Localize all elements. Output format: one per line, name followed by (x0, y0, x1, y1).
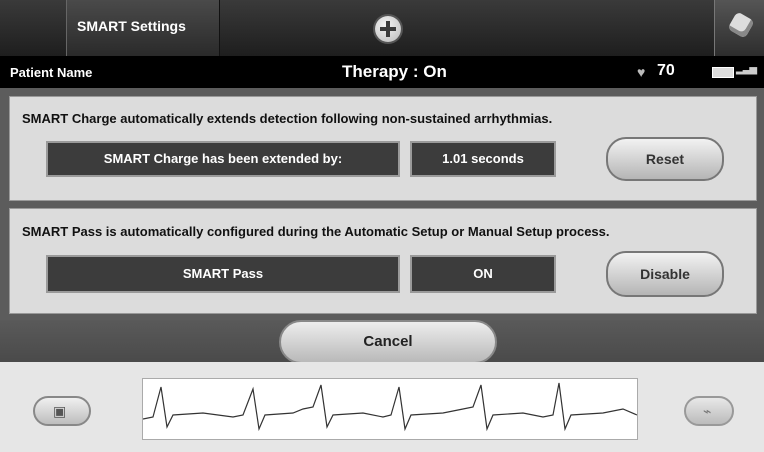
plus-circle-icon[interactable] (375, 16, 401, 42)
smart-pass-status-label: SMART Pass (46, 255, 400, 293)
screen-title: SMART Settings (77, 18, 186, 34)
heart-icon: ♥ (637, 64, 646, 80)
patient-name: Patient Name (10, 65, 93, 80)
device-icon (727, 11, 755, 39)
camera-icon: ▣ (53, 403, 67, 419)
pulse-button[interactable]: ⌁ (684, 396, 734, 426)
smart-pass-description: SMART Pass is automatically configured d… (22, 224, 610, 239)
smart-charge-description: SMART Charge automatically extends detec… (22, 111, 553, 126)
signal-icon: ▂▃▅ (736, 64, 757, 75)
reset-button[interactable]: Reset (606, 137, 724, 181)
ecg-waveform (142, 382, 638, 432)
smart-charge-status-value: 1.01 seconds (410, 141, 556, 177)
top-bar: SMART Settings (0, 0, 764, 56)
patient-bar: Patient Name Therapy : On ♥ 70 ▂▃▅ (0, 56, 764, 88)
heart-rate: 70 (657, 62, 675, 79)
pulse-icon: ⌁ (703, 403, 712, 419)
capture-button[interactable]: ▣ (33, 396, 91, 426)
smart-pass-panel: SMART Pass is automatically configured d… (9, 208, 757, 314)
battery-icon (712, 67, 734, 78)
ecg-strip (142, 378, 638, 440)
disable-button[interactable]: Disable (606, 251, 724, 297)
smart-charge-panel: SMART Charge automatically extends detec… (9, 96, 757, 201)
therapy-status: Therapy : On (342, 62, 447, 81)
device-menu-button[interactable] (714, 0, 764, 56)
tab-smart-settings[interactable]: SMART Settings (66, 0, 220, 56)
cancel-button[interactable]: Cancel (279, 320, 497, 364)
smart-pass-status-value: ON (410, 255, 556, 293)
smart-charge-status-label: SMART Charge has been extended by: (46, 141, 400, 177)
